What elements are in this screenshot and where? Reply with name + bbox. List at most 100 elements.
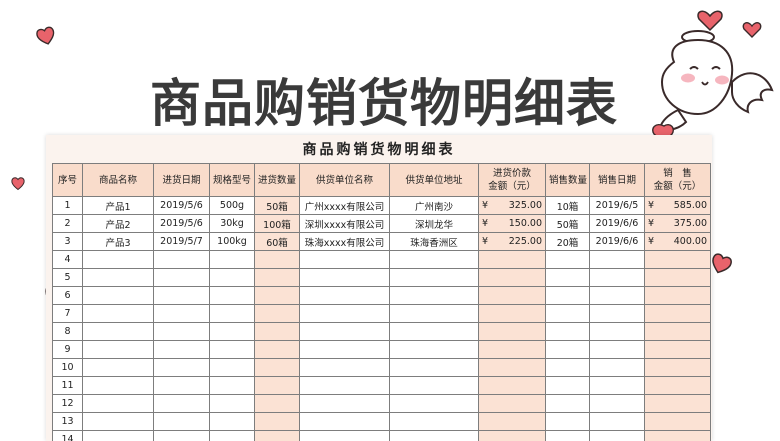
table-cell[interactable]: [299, 412, 390, 431]
table-cell[interactable]: 50箱: [254, 196, 300, 215]
table-cell[interactable]: [589, 304, 645, 323]
table-cell[interactable]: [545, 340, 590, 359]
table-cell[interactable]: [299, 250, 390, 269]
table-cell[interactable]: 2019/5/7: [153, 232, 210, 251]
table-cell[interactable]: [644, 394, 711, 413]
table-cell[interactable]: 8: [52, 322, 83, 341]
table-cell[interactable]: 4: [52, 250, 83, 269]
table-cell[interactable]: 20箱: [545, 232, 590, 251]
table-cell[interactable]: [153, 430, 210, 441]
table-cell[interactable]: [545, 394, 590, 413]
table-cell[interactable]: [545, 412, 590, 431]
table-cell[interactable]: [545, 286, 590, 305]
table-cell[interactable]: [478, 394, 546, 413]
table-cell[interactable]: [254, 250, 300, 269]
table-cell[interactable]: [389, 358, 479, 377]
table-cell[interactable]: [644, 412, 711, 431]
table-cell[interactable]: [299, 268, 390, 287]
table-cell[interactable]: [82, 358, 154, 377]
table-cell[interactable]: 珠海xxxx有限公司: [299, 232, 390, 251]
table-cell[interactable]: [389, 286, 479, 305]
table-cell[interactable]: 500g: [209, 196, 255, 215]
table-cell[interactable]: [153, 358, 210, 377]
table-cell[interactable]: [389, 268, 479, 287]
table-cell[interactable]: [153, 394, 210, 413]
table-cell[interactable]: [209, 394, 255, 413]
table-cell[interactable]: 产品1: [82, 196, 154, 215]
table-cell[interactable]: [545, 304, 590, 323]
table-cell[interactable]: [389, 250, 479, 269]
table-cell[interactable]: 3: [52, 232, 83, 251]
table-cell[interactable]: [589, 286, 645, 305]
table-cell[interactable]: [254, 430, 300, 441]
table-cell[interactable]: 60箱: [254, 232, 300, 251]
table-cell[interactable]: 产品3: [82, 232, 154, 251]
table-cell[interactable]: [299, 340, 390, 359]
table-cell[interactable]: ¥325.00: [478, 196, 546, 215]
table-cell[interactable]: [209, 412, 255, 431]
table-cell[interactable]: 50箱: [545, 214, 590, 233]
table-cell[interactable]: 深圳xxxx有限公司: [299, 214, 390, 233]
table-cell[interactable]: [389, 412, 479, 431]
table-cell[interactable]: [82, 376, 154, 395]
table-cell[interactable]: 2019/5/6: [153, 196, 210, 215]
table-cell[interactable]: [589, 268, 645, 287]
table-cell[interactable]: [299, 430, 390, 441]
table-cell[interactable]: 6: [52, 286, 83, 305]
table-cell[interactable]: 10: [52, 358, 83, 377]
table-cell[interactable]: [299, 286, 390, 305]
table-cell[interactable]: [389, 430, 479, 441]
table-cell[interactable]: [644, 268, 711, 287]
table-cell[interactable]: [389, 322, 479, 341]
table-cell[interactable]: [478, 430, 546, 441]
table-cell[interactable]: [153, 340, 210, 359]
table-cell[interactable]: [545, 430, 590, 441]
table-cell[interactable]: [82, 394, 154, 413]
table-cell[interactable]: [254, 286, 300, 305]
table-cell[interactable]: [82, 412, 154, 431]
table-cell[interactable]: 深圳龙华: [389, 214, 479, 233]
table-cell[interactable]: [209, 322, 255, 341]
table-cell[interactable]: [82, 304, 154, 323]
table-cell[interactable]: ¥375.00: [644, 214, 711, 233]
table-cell[interactable]: [82, 268, 154, 287]
table-cell[interactable]: 12: [52, 394, 83, 413]
table-cell[interactable]: [254, 340, 300, 359]
table-cell[interactable]: [589, 376, 645, 395]
table-cell[interactable]: ¥400.00: [644, 232, 711, 251]
table-cell[interactable]: ¥585.00: [644, 196, 711, 215]
table-cell[interactable]: [209, 358, 255, 377]
table-cell[interactable]: [478, 304, 546, 323]
table-cell[interactable]: [299, 304, 390, 323]
table-cell[interactable]: [299, 394, 390, 413]
table-cell[interactable]: [545, 358, 590, 377]
table-cell[interactable]: [209, 304, 255, 323]
table-cell[interactable]: 100kg: [209, 232, 255, 251]
table-cell[interactable]: [644, 322, 711, 341]
table-cell[interactable]: [153, 322, 210, 341]
table-cell[interactable]: 30kg: [209, 214, 255, 233]
table-cell[interactable]: [545, 250, 590, 269]
table-cell[interactable]: [299, 376, 390, 395]
table-cell[interactable]: [209, 430, 255, 441]
table-cell[interactable]: [389, 376, 479, 395]
table-cell[interactable]: [254, 412, 300, 431]
table-cell[interactable]: [545, 376, 590, 395]
table-cell[interactable]: [209, 340, 255, 359]
table-cell[interactable]: 2019/6/6: [589, 232, 645, 251]
table-cell[interactable]: [478, 286, 546, 305]
table-cell[interactable]: [478, 376, 546, 395]
table-cell[interactable]: [299, 322, 390, 341]
table-cell[interactable]: 13: [52, 412, 83, 431]
table-cell[interactable]: [389, 394, 479, 413]
table-cell[interactable]: [644, 430, 711, 441]
table-cell[interactable]: 14: [52, 430, 83, 441]
table-cell[interactable]: [153, 250, 210, 269]
table-cell[interactable]: [589, 430, 645, 441]
table-cell[interactable]: [589, 340, 645, 359]
table-cell[interactable]: ¥225.00: [478, 232, 546, 251]
table-cell[interactable]: 11: [52, 376, 83, 395]
table-cell[interactable]: [644, 304, 711, 323]
table-cell[interactable]: 2: [52, 214, 83, 233]
table-cell[interactable]: [82, 286, 154, 305]
